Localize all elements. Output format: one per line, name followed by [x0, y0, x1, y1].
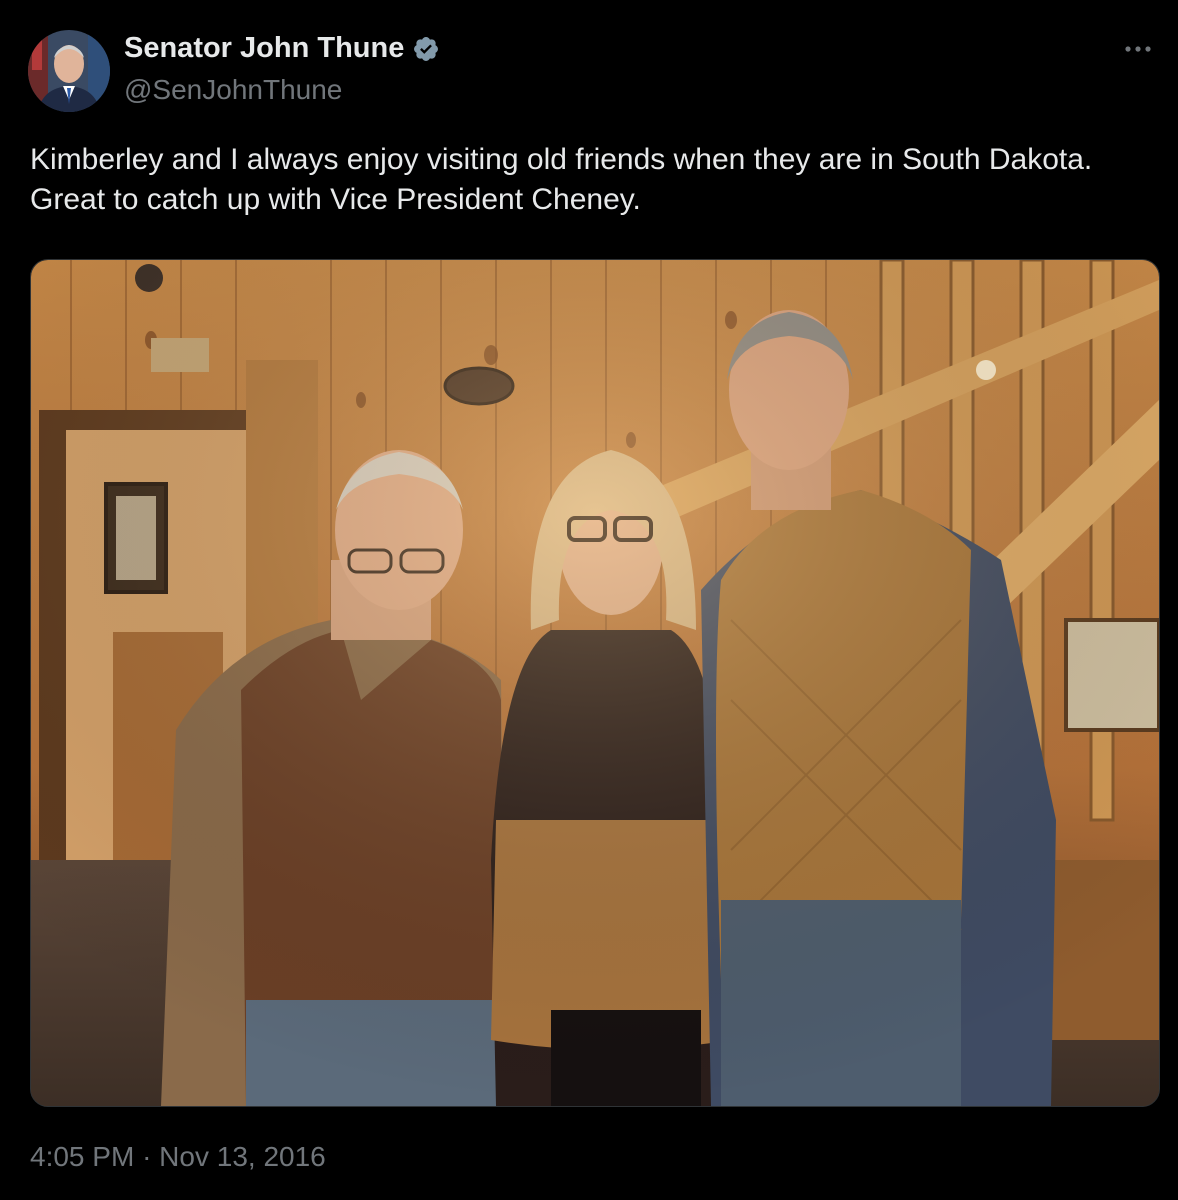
display-name[interactable]: Senator John Thune	[124, 32, 404, 65]
author-name-row: Senator John Thune	[124, 32, 440, 65]
tweet-photo[interactable]	[30, 259, 1160, 1107]
verified-badge-icon	[414, 36, 439, 61]
tweet-timestamp: 4:05 PM · Nov 13, 2016	[30, 1141, 326, 1173]
avatar[interactable]	[28, 30, 110, 112]
timestamp-separator: ·	[142, 1141, 152, 1172]
more-options-icon[interactable]	[1120, 36, 1156, 62]
tweet-time[interactable]: 4:05 PM	[30, 1141, 134, 1172]
tweet-card: Senator John Thune @SenJohnThune Kimberl…	[0, 0, 1178, 1200]
tweet-text: Kimberley and I always enjoy visiting ol…	[30, 143, 1093, 216]
tweet-date[interactable]: Nov 13, 2016	[159, 1141, 326, 1172]
author-handle[interactable]: @SenJohnThune	[124, 74, 342, 106]
